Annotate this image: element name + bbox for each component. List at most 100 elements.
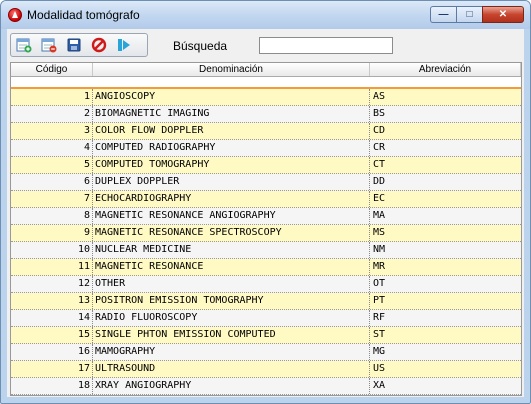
cell-code[interactable]: 4: [11, 140, 93, 156]
cell-abbr[interactable]: BS: [370, 106, 521, 122]
cell-name[interactable]: ANGIOSCOPY: [93, 89, 370, 105]
cell-abbr[interactable]: AS: [370, 89, 521, 105]
cell-name[interactable]: MAMOGRAPHY: [93, 344, 370, 360]
cell-code[interactable]: 12: [11, 276, 93, 292]
cell-abbr[interactable]: CR: [370, 140, 521, 156]
cell-code[interactable]: 5: [11, 157, 93, 173]
table-row[interactable]: 18 XRAY ANGIOGRAPHY XA: [11, 378, 521, 395]
cell-abbr[interactable]: OT: [370, 276, 521, 292]
cell-code[interactable]: 14: [11, 310, 93, 326]
cell-abbr[interactable]: MG: [370, 344, 521, 360]
cell-code[interactable]: 16: [11, 344, 93, 360]
grid-body: 1 ANGIOSCOPY AS 2 BIOMAGNETIC IMAGING BS 3 COLO…: [11, 89, 521, 396]
table-row[interactable]: 13 POSITRON EMISSION TOMOGRAPHY PT: [11, 293, 521, 310]
table-row[interactable]: 2 BIOMAGNETIC IMAGING BS: [11, 106, 521, 123]
minimize-button[interactable]: —: [430, 6, 456, 23]
cell-name[interactable]: DUPLEX DOPPLER: [93, 174, 370, 190]
cell-code[interactable]: 2: [11, 106, 93, 122]
cancel-button[interactable]: [90, 36, 108, 54]
window-controls: — □ ✕: [430, 6, 524, 24]
cell-code[interactable]: 15: [11, 327, 93, 343]
table-row[interactable]: 15 SINGLE PHTON EMISSION COMPUTED ST: [11, 327, 521, 344]
cell-name[interactable]: MAGNETIC RESONANCE: [93, 259, 370, 275]
new-record-row[interactable]: [11, 77, 521, 89]
cell-name[interactable]: ULTRASOUND: [93, 361, 370, 377]
cell-name[interactable]: SINGLE PHTON EMISSION COMPUTED: [93, 327, 370, 343]
cell-abbr[interactable]: ST: [370, 327, 521, 343]
maximize-button[interactable]: □: [456, 6, 482, 23]
cell-name[interactable]: ECHOCARDIOGRAPHY: [93, 191, 370, 207]
cell-abbr[interactable]: CT: [370, 157, 521, 173]
cell-name[interactable]: OTHER: [93, 276, 370, 292]
column-header-name[interactable]: Denominación: [93, 63, 370, 76]
close-button[interactable]: ✕: [482, 6, 524, 23]
cancel-icon: [91, 37, 107, 53]
table-row[interactable]: 17 ULTRASOUND US: [11, 361, 521, 378]
cell-code[interactable]: 9: [11, 225, 93, 241]
cell-code[interactable]: 17: [11, 361, 93, 377]
search-input[interactable]: [259, 37, 393, 54]
app-window: Modalidad tomógrafo — □ ✕ Búsqueda Códig…: [0, 0, 531, 404]
cell-name[interactable]: COLOR FLOW DOPPLER: [93, 123, 370, 139]
cell-code[interactable]: 6: [11, 174, 93, 190]
cell-code[interactable]: 11: [11, 259, 93, 275]
cell-abbr[interactable]: MA: [370, 208, 521, 224]
toolbar: [10, 33, 148, 57]
cell-abbr[interactable]: EC: [370, 191, 521, 207]
cell-abbr[interactable]: PT: [370, 293, 521, 309]
cell-code[interactable]: 10: [11, 242, 93, 258]
delete-button[interactable]: [40, 36, 58, 54]
cell-name[interactable]: BIOMAGNETIC IMAGING: [93, 106, 370, 122]
cell-abbr[interactable]: MS: [370, 225, 521, 241]
table-row[interactable]: 1 ANGIOSCOPY AS: [11, 89, 521, 106]
exit-button[interactable]: [115, 36, 133, 54]
cell-abbr[interactable]: MR: [370, 259, 521, 275]
table-row[interactable]: 7 ECHOCARDIOGRAPHY EC: [11, 191, 521, 208]
search-label: Búsqueda: [173, 39, 228, 53]
cell-name[interactable]: XRAY ANGIOGRAPHY: [93, 378, 370, 394]
cell-abbr[interactable]: RF: [370, 310, 521, 326]
window-title: Modalidad tomógrafo: [27, 8, 140, 22]
table-row[interactable]: 8 MAGNETIC RESONANCE ANGIOGRAPHY MA: [11, 208, 521, 225]
close-icon: ✕: [498, 9, 508, 20]
table-row[interactable]: 11 MAGNETIC RESONANCE MR: [11, 259, 521, 276]
cell-code[interactable]: 13: [11, 293, 93, 309]
table-row[interactable]: 3 COLOR FLOW DOPPLER CD: [11, 123, 521, 140]
table-row[interactable]: 9 MAGNETIC RESONANCE SPECTROSCOPY MS: [11, 225, 521, 242]
cell-code[interactable]: 18: [11, 378, 93, 394]
grid-header: Código Denominación Abreviación: [11, 63, 521, 77]
cell-name[interactable]: MAGNETIC RESONANCE SPECTROSCOPY: [93, 225, 370, 241]
save-button[interactable]: [65, 36, 83, 54]
client-area: Búsqueda Código Denominación Abreviación…: [7, 29, 524, 397]
cell-abbr[interactable]: DD: [370, 174, 521, 190]
cell-name[interactable]: MAGNETIC RESONANCE ANGIOGRAPHY: [93, 208, 370, 224]
table-row[interactable]: 6 DUPLEX DOPPLER DD: [11, 174, 521, 191]
cell-code[interactable]: 7: [11, 191, 93, 207]
cell-name[interactable]: POSITRON EMISSION TOMOGRAPHY: [93, 293, 370, 309]
cell-abbr[interactable]: CD: [370, 123, 521, 139]
cell-name[interactable]: COMPUTED TOMOGRAPHY: [93, 157, 370, 173]
cell-abbr[interactable]: XA: [370, 378, 521, 394]
modality-grid: Código Denominación Abreviación 1 ANGIOSC…: [10, 62, 522, 396]
minimize-icon: —: [438, 9, 449, 20]
cell-abbr[interactable]: NM: [370, 242, 521, 258]
cell-name[interactable]: RADIO FLUOROSCOPY: [93, 310, 370, 326]
add-button[interactable]: [15, 36, 33, 54]
cell-name[interactable]: NUCLEAR MEDICINE: [93, 242, 370, 258]
title-bar[interactable]: Modalidad tomógrafo — □ ✕: [1, 1, 530, 29]
table-row[interactable]: 5 COMPUTED TOMOGRAPHY CT: [11, 157, 521, 174]
table-row[interactable]: 4 COMPUTED RADIOGRAPHY CR: [11, 140, 521, 157]
cell-name[interactable]: COMPUTED RADIOGRAPHY: [93, 140, 370, 156]
delete-icon: [41, 38, 57, 53]
table-row[interactable]: 10 NUCLEAR MEDICINE NM: [11, 242, 521, 259]
cell-abbr[interactable]: US: [370, 361, 521, 377]
cell-code[interactable]: 8: [11, 208, 93, 224]
empty-row: [11, 395, 521, 396]
cell-code[interactable]: 1: [11, 89, 93, 105]
column-header-code[interactable]: Código: [11, 63, 93, 76]
table-row[interactable]: 14 RADIO FLUOROSCOPY RF: [11, 310, 521, 327]
table-row[interactable]: 12 OTHER OT: [11, 276, 521, 293]
table-row[interactable]: 16 MAMOGRAPHY MG: [11, 344, 521, 361]
cell-code[interactable]: 3: [11, 123, 93, 139]
column-header-abbr[interactable]: Abreviación: [370, 63, 521, 76]
